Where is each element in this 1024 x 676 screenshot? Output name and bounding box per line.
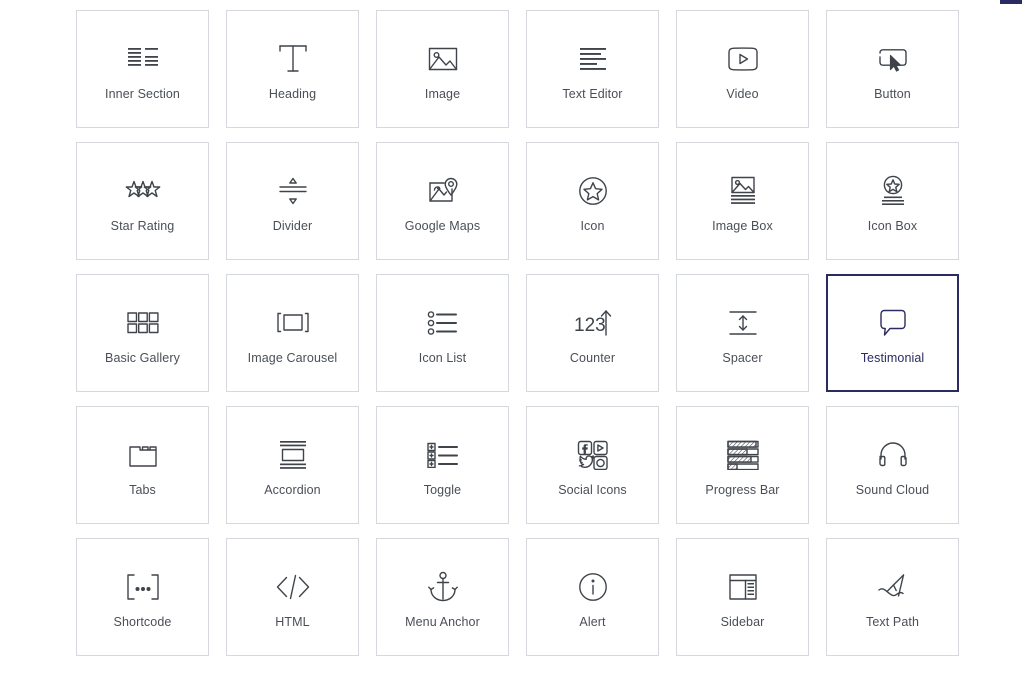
counter-icon: 123 <box>573 301 613 345</box>
widget-card-label: Heading <box>268 87 317 101</box>
google-maps-icon <box>427 169 459 213</box>
widget-card-shortcode[interactable]: Shortcode <box>76 538 209 656</box>
html-icon <box>275 565 311 609</box>
widget-card-label: Accordion <box>264 483 321 497</box>
widget-card-label: Progress Bar <box>705 483 780 497</box>
widget-card-icon[interactable]: Icon <box>526 142 659 260</box>
inner-section-icon <box>126 37 160 81</box>
widget-card-basic-gallery[interactable]: Basic Gallery <box>76 274 209 392</box>
widget-card-html[interactable]: HTML <box>226 538 359 656</box>
widget-card-icon-list[interactable]: Icon List <box>376 274 509 392</box>
widget-card-label: Text Editor <box>562 87 623 101</box>
widget-card-accordion[interactable]: Accordion <box>226 406 359 524</box>
widget-card-label: Counter <box>569 351 616 365</box>
widget-card-label: HTML <box>275 615 310 629</box>
widget-card-social-icons[interactable]: Social Icons <box>526 406 659 524</box>
image-carousel-icon <box>275 301 311 345</box>
widget-card-sound-cloud[interactable]: Sound Cloud <box>826 406 959 524</box>
image-box-icon <box>727 169 759 213</box>
widget-card-testimonial[interactable]: Testimonial <box>826 274 959 392</box>
widget-card-label: Tabs <box>129 483 156 497</box>
image-icon <box>427 37 459 81</box>
accordion-icon <box>276 433 310 477</box>
icon-list-icon <box>426 301 460 345</box>
widget-card-google-maps[interactable]: Google Maps <box>376 142 509 260</box>
widget-card-tabs[interactable]: Tabs <box>76 406 209 524</box>
widget-card-heading[interactable]: Heading <box>226 10 359 128</box>
widget-card-label: Button <box>874 87 911 101</box>
heading-icon <box>277 37 309 81</box>
widget-card-image[interactable]: Image <box>376 10 509 128</box>
icon-star-circle-icon <box>577 169 609 213</box>
icon-box-icon <box>877 169 909 213</box>
widget-card-label: Text Path <box>865 615 919 629</box>
widget-card-label: Google Maps <box>404 219 481 233</box>
alert-icon <box>578 565 608 609</box>
widget-card-label: Sidebar <box>720 615 765 629</box>
widget-card-label: Basic Gallery <box>105 351 180 365</box>
text-path-icon <box>876 565 910 609</box>
widget-card-label: Icon <box>580 219 605 233</box>
widget-card-label: Menu Anchor <box>405 615 480 629</box>
toggle-icon <box>426 433 460 477</box>
widget-card-label: Sound Cloud <box>855 483 930 497</box>
button-icon <box>876 37 910 81</box>
tabs-icon <box>127 433 159 477</box>
widget-card-label: Divider <box>272 219 313 233</box>
widget-card-label: Social Icons <box>558 483 627 497</box>
shortcode-icon <box>123 565 163 609</box>
widget-card-label: Video <box>726 87 759 101</box>
text-editor-icon <box>576 37 610 81</box>
video-icon <box>726 37 760 81</box>
widget-card-label: Alert <box>579 615 606 629</box>
widget-grid: Inner Section Heading Image Text Editor … <box>76 10 960 656</box>
widget-card-label: Inner Section <box>105 87 180 101</box>
sound-cloud-icon <box>877 433 909 477</box>
widget-card-toggle[interactable]: Toggle <box>376 406 509 524</box>
svg-text:123: 123 <box>574 315 606 336</box>
widget-card-image-carousel[interactable]: Image Carousel <box>226 274 359 392</box>
widget-card-label: Image Box <box>712 219 773 233</box>
widget-card-divider[interactable]: Divider <box>226 142 359 260</box>
widget-card-label: Image <box>424 87 461 101</box>
widget-card-button[interactable]: Button <box>826 10 959 128</box>
widget-card-label: Image Carousel <box>247 351 338 365</box>
scroll-edge-marker <box>1000 0 1022 4</box>
widget-card-label: Spacer <box>722 351 763 365</box>
widget-panel: Inner Section Heading Image Text Editor … <box>0 0 1024 676</box>
menu-anchor-icon <box>427 565 458 609</box>
widget-card-label: Star Rating <box>110 219 175 233</box>
widget-card-text-path[interactable]: Text Path <box>826 538 959 656</box>
progress-bar-icon <box>726 433 760 477</box>
star-rating-icon <box>124 169 162 213</box>
widget-card-label: Toggle <box>423 483 462 497</box>
divider-icon <box>278 169 308 213</box>
widget-card-label: Testimonial <box>860 351 925 365</box>
widget-card-star-rating[interactable]: Star Rating <box>76 142 209 260</box>
widget-card-menu-anchor[interactable]: Menu Anchor <box>376 538 509 656</box>
spacer-icon <box>727 301 759 345</box>
widget-card-alert[interactable]: Alert <box>526 538 659 656</box>
widget-card-counter[interactable]: 123 Counter <box>526 274 659 392</box>
widget-card-spacer[interactable]: Spacer <box>676 274 809 392</box>
testimonial-icon <box>876 301 910 345</box>
widget-card-image-box[interactable]: Image Box <box>676 142 809 260</box>
social-icons-icon <box>577 433 609 477</box>
widget-card-icon-box[interactable]: Icon Box <box>826 142 959 260</box>
widget-card-inner-section[interactable]: Inner Section <box>76 10 209 128</box>
widget-card-sidebar[interactable]: Sidebar <box>676 538 809 656</box>
widget-card-progress-bar[interactable]: Progress Bar <box>676 406 809 524</box>
basic-gallery-icon <box>126 301 160 345</box>
widget-card-video[interactable]: Video <box>676 10 809 128</box>
widget-card-label: Icon Box <box>867 219 918 233</box>
widget-card-label: Icon List <box>418 351 467 365</box>
widget-card-label: Shortcode <box>113 615 172 629</box>
sidebar-icon <box>728 565 758 609</box>
widget-card-text-editor[interactable]: Text Editor <box>526 10 659 128</box>
